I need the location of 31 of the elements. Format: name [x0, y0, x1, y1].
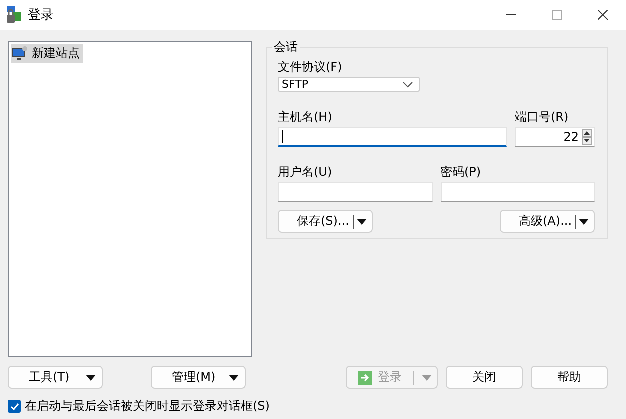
menu-button[interactable]: 工具(T) [8, 366, 103, 389]
startup-checkbox[interactable]: 在启动与最后会话被关闭时显示登录对话框(S) [8, 398, 608, 415]
port-field[interactable]: 22 [515, 127, 595, 147]
caret-icon [357, 218, 367, 224]
caret-icon [422, 374, 432, 380]
field-label: 密码(P) [440, 165, 482, 179]
field-label: 用户名(U) [278, 165, 334, 179]
advanced-button[interactable]: 高级(A)... [500, 210, 595, 233]
caret-icon [86, 374, 96, 380]
caret-icon [579, 218, 589, 224]
menu-button[interactable]: 管理(M) [151, 366, 246, 389]
protocol-dropdown[interactable]: SFTP [278, 77, 420, 92]
app-icon [6, 6, 22, 24]
host-field[interactable] [278, 127, 507, 147]
chevron-down-icon [403, 82, 413, 88]
field-label: 主机名(H) [278, 110, 334, 124]
close-icon[interactable] [598, 10, 608, 20]
monitor-icon [12, 46, 28, 62]
spinner-arrows-icon[interactable] [582, 129, 592, 145]
dialog-button[interactable]: 帮助 [531, 366, 608, 389]
field-label: 文件协议(F) [278, 60, 344, 74]
window-title: 登录 [28, 7, 54, 24]
username-field[interactable] [278, 182, 432, 202]
password-field[interactable] [440, 182, 595, 202]
caret-icon [229, 374, 239, 380]
save-button[interactable]: 保存(S)... [278, 210, 373, 233]
site-item[interactable]: 新建站点 [11, 44, 83, 63]
group-title: 会话 [272, 39, 300, 56]
field-label: 端口号(R) [515, 110, 570, 124]
checkmark-icon [10, 402, 20, 412]
dialog-button[interactable]: 关闭 [446, 366, 523, 389]
